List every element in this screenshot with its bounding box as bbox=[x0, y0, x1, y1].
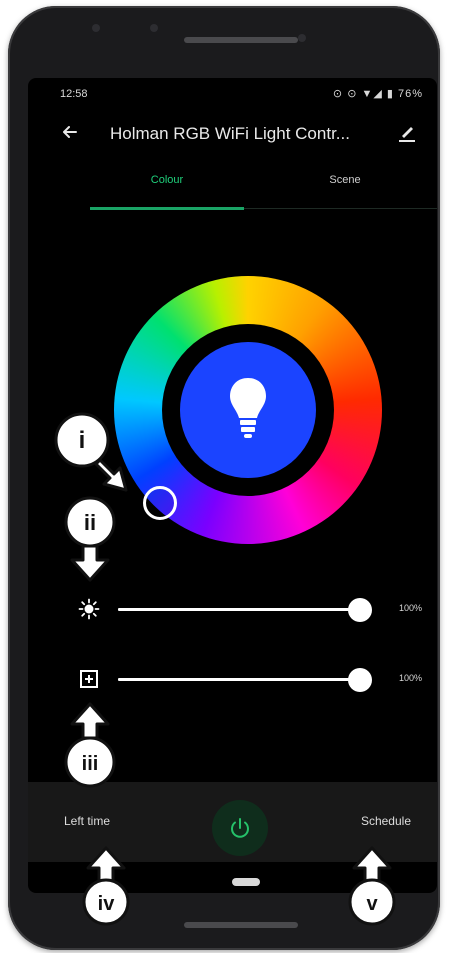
status-bar: 12:58 ⊙ ⊙ ▼◢ ▮ 76% bbox=[28, 78, 437, 106]
back-arrow-icon[interactable] bbox=[58, 120, 82, 144]
left-time-button[interactable]: Left time bbox=[64, 814, 110, 828]
power-button[interactable] bbox=[212, 800, 268, 856]
power-icon bbox=[231, 818, 249, 838]
callout-i: i bbox=[52, 412, 152, 502]
home-indicator[interactable] bbox=[232, 878, 260, 886]
saturation-slider[interactable]: 100% bbox=[78, 664, 437, 694]
page-title: Holman RGB WiFi Light Contr... bbox=[110, 124, 350, 143]
callout-iv: iv bbox=[78, 844, 148, 934]
brightness-value: 100% bbox=[399, 603, 423, 613]
schedule-button[interactable]: Schedule bbox=[361, 814, 411, 828]
callout-ii-label: ii bbox=[84, 510, 96, 535]
slider-track[interactable] bbox=[118, 668, 372, 692]
callout-iv-label: iv bbox=[98, 893, 116, 915]
center-color-button[interactable] bbox=[180, 342, 316, 478]
status-icons: ⊙ ⊙ ▼◢ ▮ 76% bbox=[332, 88, 423, 100]
brightness-slider[interactable]: 100% bbox=[78, 594, 437, 624]
tab-indicator bbox=[90, 207, 244, 210]
callout-ii: ii bbox=[62, 496, 132, 586]
edit-pencil-icon[interactable] bbox=[395, 120, 419, 144]
slider-thumb[interactable] bbox=[348, 598, 372, 622]
callout-v: v bbox=[344, 844, 414, 934]
app-bar: Holman RGB WiFi Light Contr... bbox=[28, 116, 437, 158]
saturation-icon bbox=[80, 670, 98, 688]
callout-i-label: i bbox=[79, 427, 86, 454]
callout-v-label: v bbox=[366, 893, 378, 915]
tab-colour[interactable]: Colour bbox=[90, 174, 244, 210]
top-speaker bbox=[184, 37, 298, 43]
callout-iii-label: iii bbox=[82, 753, 99, 775]
sensor-dot bbox=[92, 24, 100, 32]
phone-frame: 12:58 ⊙ ⊙ ▼◢ ▮ 76% Holman RGB WiFi Light… bbox=[8, 6, 440, 950]
brightness-icon bbox=[78, 598, 100, 620]
sensor-dot bbox=[150, 24, 158, 32]
slider-thumb[interactable] bbox=[348, 668, 372, 692]
slider-track[interactable] bbox=[118, 598, 372, 622]
slider-fill bbox=[118, 678, 360, 681]
slider-fill bbox=[118, 608, 360, 611]
light-bulb-icon bbox=[230, 378, 266, 438]
callout-iii: iii bbox=[62, 700, 132, 790]
status-time: 12:58 bbox=[60, 88, 88, 100]
bottom-speaker bbox=[184, 922, 298, 928]
tab-scene[interactable]: Scene bbox=[268, 174, 422, 210]
saturation-value: 100% bbox=[399, 673, 423, 683]
stage: 12:58 ⊙ ⊙ ▼◢ ▮ 76% Holman RGB WiFi Light… bbox=[0, 0, 449, 953]
tab-bar: Colour Scene bbox=[90, 174, 437, 214]
sensor-dot bbox=[298, 34, 306, 42]
